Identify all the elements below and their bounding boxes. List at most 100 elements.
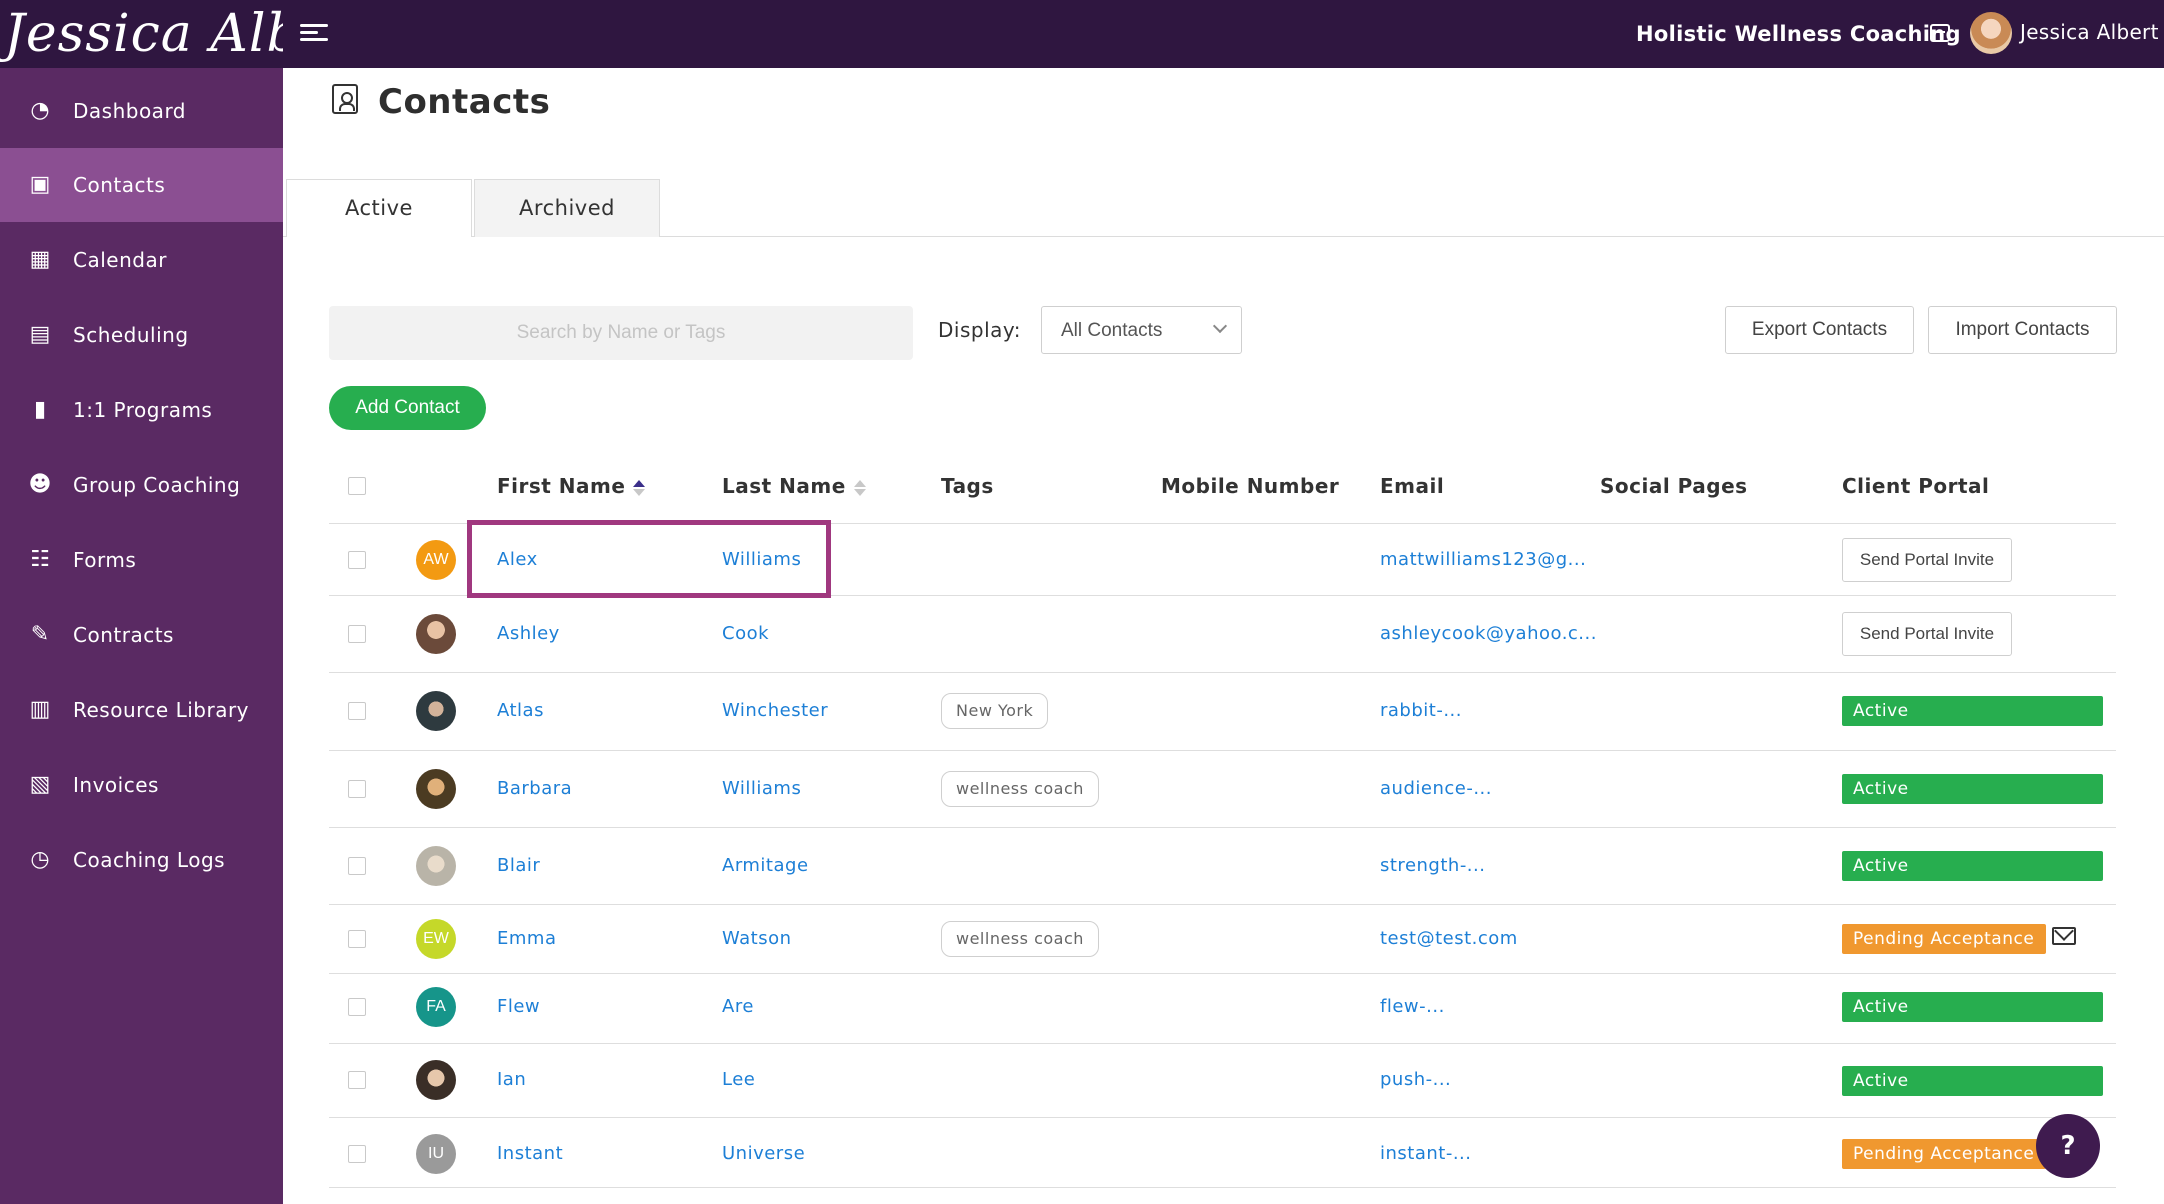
hamburger-menu-icon[interactable] (300, 20, 328, 48)
row-checkbox[interactable] (348, 1071, 366, 1089)
checklist-icon: ☷ (30, 547, 50, 572)
status-badge: Active (1842, 696, 2103, 726)
avatar: AW (416, 540, 456, 580)
sidebar-item-coaching-logs[interactable]: ◷ Coaching Logs (0, 823, 283, 897)
sidebar-item-programs[interactable]: ▮ 1:1 Programs (0, 373, 283, 447)
first-name-link[interactable]: Ashley (497, 623, 560, 644)
column-header-first-name[interactable]: First Name (497, 474, 646, 498)
resend-mail-icon[interactable] (2052, 927, 2076, 945)
sidebar-item-resource-library[interactable]: ▥ Resource Library (0, 673, 283, 747)
sidebar-item-label: 1:1 Programs (73, 398, 213, 422)
table-divider (329, 750, 2116, 751)
first-name-link[interactable]: Flew (497, 996, 540, 1017)
row-checkbox[interactable] (348, 702, 366, 720)
contacts-icon: ▣ (29, 172, 51, 197)
email-link[interactable]: instant-... (1380, 1143, 1472, 1164)
tag-chip[interactable]: wellness coach (941, 921, 1099, 957)
tab-active[interactable]: Active (286, 179, 472, 238)
email-link[interactable]: test@test.com (1380, 928, 1518, 949)
status-badge: Active (1842, 992, 2103, 1022)
column-header-label: First Name (497, 474, 626, 498)
top-bar: Jessica Albert Holistic Wellness Coachin… (0, 0, 2164, 68)
select-all-checkbox[interactable] (348, 477, 366, 495)
status-badge: Active (1842, 774, 2103, 804)
avatar (416, 1060, 456, 1100)
sidebar-item-forms[interactable]: ☷ Forms (0, 523, 283, 597)
sidebar-item-dashboard[interactable]: ◔ Dashboard (0, 74, 283, 148)
column-header-last-name[interactable]: Last Name (722, 474, 866, 498)
row-checkbox[interactable] (348, 551, 366, 569)
scheduling-icon: ▤ (29, 322, 51, 347)
last-name-link[interactable]: Universe (722, 1143, 805, 1164)
logo[interactable]: Jessica Albert (0, 0, 283, 68)
send-portal-invite-button[interactable]: Send Portal Invite (1842, 538, 2012, 582)
inbox-icon[interactable] (1930, 24, 1950, 42)
tag-chip[interactable]: New York (941, 693, 1049, 729)
first-name-link[interactable]: Ian (497, 1069, 526, 1090)
avatar: FA (416, 987, 456, 1027)
avatar[interactable] (1970, 12, 2012, 54)
column-header-client-portal: Client Portal (1842, 474, 1990, 498)
sort-ascending-icon[interactable] (633, 479, 646, 497)
email-link[interactable]: mattwilliams123@g... (1380, 549, 1586, 570)
last-name-link[interactable]: Are (722, 996, 754, 1017)
column-header-tags: Tags (941, 474, 994, 498)
avatar (416, 614, 456, 654)
tab-archived[interactable]: Archived (474, 179, 660, 237)
sidebar-item-label: Group Coaching (73, 473, 241, 497)
sort-icon[interactable] (853, 479, 866, 497)
table-divider (329, 1043, 2116, 1044)
first-name-link[interactable]: Atlas (497, 700, 544, 721)
first-name-link[interactable]: Blair (497, 855, 540, 876)
invoice-icon: ▧ (29, 772, 51, 797)
export-contacts-button[interactable]: Export Contacts (1725, 306, 1914, 354)
column-header-label: Last Name (722, 474, 846, 498)
first-name-link[interactable]: Instant (497, 1143, 563, 1164)
signature-icon: ✎ (30, 622, 50, 647)
email-link[interactable]: audience-... (1380, 778, 1492, 799)
row-checkbox[interactable] (348, 780, 366, 798)
last-name-link[interactable]: Lee (722, 1069, 755, 1090)
import-contacts-button[interactable]: Import Contacts (1928, 306, 2117, 354)
email-link[interactable]: strength-... (1380, 855, 1485, 876)
email-link[interactable]: push-... (1380, 1069, 1451, 1090)
status-badge: Pending Acceptance (1842, 924, 2046, 954)
display-select[interactable]: All Contacts (1041, 306, 1242, 354)
sidebar-item-group-coaching[interactable]: ☻ Group Coaching (0, 448, 283, 522)
row-checkbox[interactable] (348, 1145, 366, 1163)
user-name[interactable]: Jessica Albert (2020, 0, 2159, 64)
add-contact-button[interactable]: Add Contact (329, 386, 486, 430)
last-name-link[interactable]: Cook (722, 623, 769, 644)
last-name-link[interactable]: Williams (722, 778, 801, 799)
book-icon: ▮ (33, 397, 47, 422)
sidebar-item-label: Forms (73, 548, 137, 572)
sidebar-item-label: Coaching Logs (73, 848, 226, 872)
first-name-link[interactable]: Emma (497, 928, 556, 949)
sidebar-item-contracts[interactable]: ✎ Contracts (0, 598, 283, 672)
last-name-link[interactable]: Armitage (722, 855, 809, 876)
display-label: Display: (938, 318, 1022, 342)
row-checkbox[interactable] (348, 998, 366, 1016)
help-button[interactable]: ? (2036, 1114, 2100, 1178)
row-checkbox[interactable] (348, 625, 366, 643)
sidebar-item-label: Contacts (73, 173, 166, 197)
group-icon: ☻ (28, 472, 52, 497)
email-link[interactable]: ashleycook@yahoo.c... (1380, 623, 1597, 644)
row-checkbox[interactable] (348, 930, 366, 948)
sidebar-item-scheduling[interactable]: ▤ Scheduling (0, 298, 283, 372)
tag-chip[interactable]: wellness coach (941, 771, 1099, 807)
last-name-link[interactable]: Watson (722, 928, 792, 949)
email-link[interactable]: flew-... (1380, 996, 1445, 1017)
sidebar-item-calendar[interactable]: ▦ Calendar (0, 223, 283, 297)
row-checkbox[interactable] (348, 857, 366, 875)
sidebar-item-invoices[interactable]: ▧ Invoices (0, 748, 283, 822)
table-divider (329, 1187, 2116, 1188)
first-name-link[interactable]: Barbara (497, 778, 572, 799)
email-link[interactable]: rabbit-... (1380, 700, 1462, 721)
column-header-email: Email (1380, 474, 1445, 498)
sidebar-item-contacts[interactable]: ▣ Contacts (0, 148, 283, 222)
status-badge: Active (1842, 1066, 2103, 1096)
send-portal-invite-button[interactable]: Send Portal Invite (1842, 612, 2012, 656)
search-input[interactable] (329, 306, 913, 360)
last-name-link[interactable]: Winchester (722, 700, 828, 721)
